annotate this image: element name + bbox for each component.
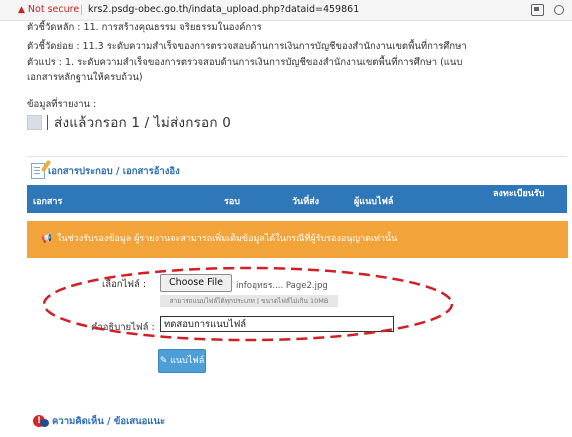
documents-section-title: เอกสารประกอบ / เอกสารอ้างอิง bbox=[31, 159, 180, 179]
file-label: เลือกไฟล์ : bbox=[102, 279, 147, 290]
comments-section-title: ! ความคิดเห็น / ข้อเสนอแนะ bbox=[33, 414, 165, 429]
security-warning[interactable]: ▲ Not secure bbox=[18, 0, 79, 20]
description-input[interactable]: ทดสอบการแนบไฟล์ bbox=[160, 316, 394, 332]
report-status: ส่งแล้วกรอก 1 / ไม่ส่งกรอก 0 bbox=[27, 113, 231, 131]
warning-icon: ▲ bbox=[18, 5, 25, 15]
documents-table-header: เอกสาร รอบ วันที่ส่ง ผู้แนบไฟล์ ลงทะเบีย… bbox=[27, 185, 567, 213]
report-label: ข้อมูลที่รายงาน : bbox=[27, 99, 97, 110]
choose-file-button[interactable]: Choose File bbox=[160, 274, 232, 292]
profile-icon[interactable] bbox=[554, 5, 564, 15]
attach-file-label: แนบไฟล์ bbox=[170, 356, 205, 366]
document-edit-icon bbox=[31, 159, 52, 179]
col-uploader: ผู้แนบไฟล์ bbox=[354, 197, 394, 207]
comment-bubble-icon: ! bbox=[33, 415, 49, 428]
address-separator bbox=[81, 5, 82, 15]
status-divider bbox=[47, 114, 48, 130]
status-box bbox=[27, 114, 42, 130]
notice-text: ในช่วงรับรองข้อมูล ผู้รายงานจะสามารถเพิ่… bbox=[57, 234, 398, 244]
attach-file-button[interactable]: ✎ แนบไฟล์ bbox=[158, 349, 206, 373]
file-hint: สามารถแนบไฟล์ได้ทุกประเภท | ขนาดไฟล์ไม่เ… bbox=[160, 295, 338, 307]
col-registration: ลงทะเบียนรับ bbox=[493, 189, 545, 199]
pencil-icon: ✎ bbox=[159, 356, 168, 366]
variable-line-1: ตัวแปร : 1. ระดับความสำเร็จของการตรวจสอบ… bbox=[27, 57, 463, 68]
sub-indicator: ตัวชี้วัดย่อย : 11.3 ระดับความสำเร็จของก… bbox=[27, 41, 467, 52]
description-label: คำอธิบายไฟล์ : bbox=[91, 322, 155, 333]
section-divider bbox=[27, 156, 567, 157]
url-text[interactable]: krs2.psdg-obec.go.th/indata_upload.php?d… bbox=[88, 0, 359, 20]
extension-icon[interactable] bbox=[531, 4, 544, 16]
browser-address-bar[interactable]: ▲ Not secure krs2.psdg-obec.go.th/indata_… bbox=[0, 0, 572, 21]
megaphone-icon: 📢 bbox=[41, 234, 53, 244]
col-document: เอกสาร bbox=[33, 197, 63, 207]
main-indicator: ตัวชี้วัดหลัก : 11. การสร้างคุณธรรม จริย… bbox=[27, 22, 262, 33]
browser-toolbar-icons bbox=[531, 4, 564, 16]
variable-line-2: เอกสารหลักฐานให้ครบถ้วน) bbox=[27, 72, 143, 83]
col-date-sent: วันที่ส่ง bbox=[292, 197, 320, 207]
notice-banner: 📢 ในช่วงรับรองข้อมูล ผู้รายงานจะสามารถเพ… bbox=[27, 221, 568, 258]
selected-file-name: infoอุทธร.... Page2.jpg bbox=[236, 281, 328, 291]
col-round: รอบ bbox=[224, 197, 240, 207]
status-text: ส่งแล้วกรอก 1 / ไม่ส่งกรอก 0 bbox=[54, 115, 232, 131]
